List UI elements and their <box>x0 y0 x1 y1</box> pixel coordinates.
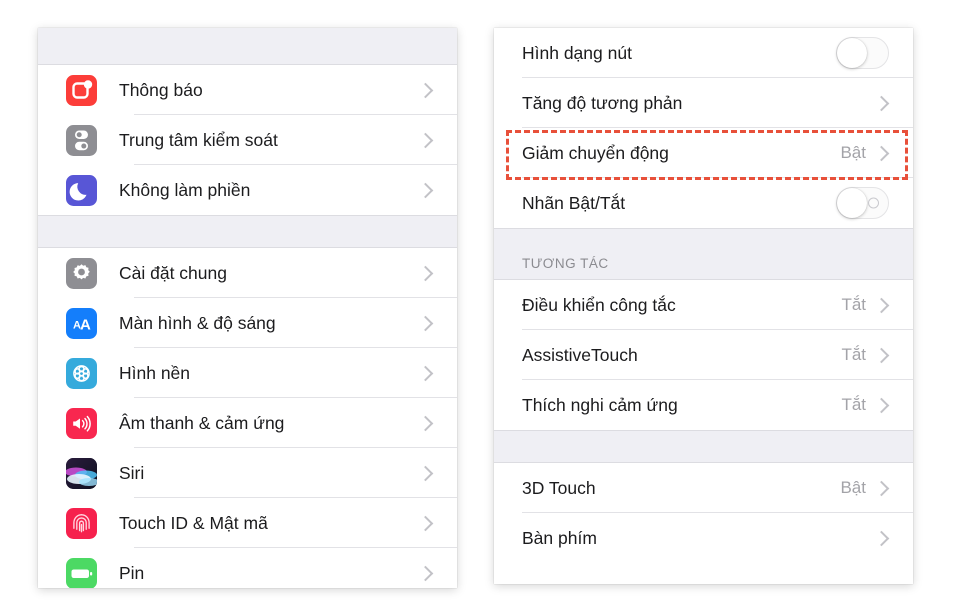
list-row[interactable]: Nhãn Bật/Tắt <box>494 178 913 228</box>
row-value: Tắt <box>841 395 866 414</box>
chevron-right-icon <box>417 565 434 581</box>
row-label: AssistiveTouch <box>522 344 638 365</box>
list-row[interactable]: Trung tâm kiểm soát <box>38 115 457 165</box>
row-label: Cài đặt chung <box>119 262 227 283</box>
right-settings-groups: Hình dạng nút Tăng độ tương phản Giảm chuy… <box>494 28 913 563</box>
do-not-disturb-moon-icon <box>66 174 97 206</box>
row-label: Màn hình & độ sáng <box>119 312 276 333</box>
notifications-group: Thông báo Trung tâm kiểm soát Không làm ph… <box>38 65 457 215</box>
chevron-right-icon <box>417 465 434 481</box>
list-row[interactable]: Cài đặt chung <box>38 248 457 298</box>
row-label: Hình dạng nút <box>522 42 632 63</box>
row-value: Bật <box>840 478 866 497</box>
chevron-right-icon <box>873 297 890 313</box>
chevron-right-icon <box>417 415 434 431</box>
list-row[interactable]: Thích nghi cảm ứng Tắt <box>494 380 913 430</box>
chevron-right-icon <box>873 145 890 161</box>
chevron-right-icon <box>417 365 434 381</box>
toggle-off-label-icon <box>868 197 879 209</box>
list-row[interactable]: A A Màn hình & độ sáng <box>38 298 457 348</box>
list-row[interactable]: Không làm phiền <box>38 165 457 215</box>
group-gap <box>38 215 457 248</box>
chevron-right-icon <box>873 95 890 111</box>
left-settings-groups: Thông báo Trung tâm kiểm soát Không làm ph… <box>38 65 457 588</box>
left-top-gap <box>38 28 457 65</box>
toggle-knob <box>837 38 867 68</box>
toggle-knob <box>837 188 867 218</box>
row-label: Thông báo <box>119 79 203 100</box>
chevron-right-icon <box>873 480 890 496</box>
list-row[interactable]: Siri <box>38 448 457 498</box>
list-row[interactable]: AssistiveTouch Tắt <box>494 330 913 380</box>
general-group: Cài đặt chung A A Màn hình & độ sáng Hình nề… <box>38 248 457 588</box>
row-label: Tăng độ tương phản <box>522 92 683 113</box>
battery-icon <box>66 557 97 588</box>
list-row[interactable]: Bàn phím <box>494 513 913 563</box>
wallpaper-flower-icon <box>66 357 97 389</box>
touch-id-fingerprint-icon <box>66 507 97 539</box>
screenshot-stage: Thông báo Trung tâm kiểm soát Không làm ph… <box>0 0 960 615</box>
toggle-switch[interactable] <box>836 187 889 219</box>
sounds-speaker-icon <box>66 407 97 439</box>
chevron-right-icon <box>417 515 434 531</box>
chevron-right-icon <box>873 397 890 413</box>
list-row[interactable]: 3D Touch Bật <box>494 463 913 513</box>
list-row[interactable]: Âm thanh & cảm ứng <box>38 398 457 448</box>
display-brightness-aa-icon: AA <box>66 307 97 339</box>
row-value: Tắt <box>841 345 866 364</box>
row-label: Trung tâm kiểm soát <box>119 129 278 150</box>
row-label: Siri <box>119 462 145 483</box>
notifications-icon <box>66 74 97 106</box>
chevron-right-icon <box>417 82 434 98</box>
row-label: Hình nền <box>119 362 191 383</box>
chevron-right-icon <box>417 265 434 281</box>
row-label: Bàn phím <box>522 527 597 548</box>
general-gear-icon <box>66 257 97 289</box>
vision-group: Hình dạng nút Tăng độ tương phản Giảm chuy… <box>494 28 913 228</box>
list-row[interactable]: Touch ID & Mật mã <box>38 498 457 548</box>
row-value: Tắt <box>841 295 866 314</box>
list-row[interactable]: Tăng độ tương phản <box>494 78 913 128</box>
toggle-switch[interactable] <box>836 37 889 69</box>
interaction-group: Điều khiển công tắc Tắt AssistiveTouch Tắt T… <box>494 280 913 430</box>
group-gap <box>494 430 913 463</box>
row-label: Điều khiển công tắc <box>522 294 676 315</box>
row-label: Không làm phiền <box>119 179 251 200</box>
list-row[interactable]: Giảm chuyển động Bật <box>494 128 913 178</box>
row-value: Bật <box>840 143 866 162</box>
chevron-right-icon <box>417 182 434 198</box>
settings-panel-left: Thông báo Trung tâm kiểm soát Không làm ph… <box>38 28 457 588</box>
row-label: Âm thanh & cảm ứng <box>119 412 285 433</box>
list-row[interactable]: Điều khiển công tắc Tắt <box>494 280 913 330</box>
siri-icon <box>66 457 97 489</box>
row-label: Pin <box>119 562 145 583</box>
chevron-right-icon <box>873 530 890 546</box>
row-label: Giảm chuyển động <box>522 142 669 163</box>
svg-text:A: A <box>80 316 91 333</box>
row-label: Thích nghi cảm ứng <box>522 394 678 415</box>
accessibility-panel-right: Hình dạng nút Tăng độ tương phản Giảm chuy… <box>494 28 913 584</box>
control-center-icon <box>66 124 97 156</box>
list-row[interactable]: Pin <box>38 548 457 588</box>
chevron-right-icon <box>417 132 434 148</box>
chevron-right-icon <box>873 347 890 363</box>
row-label: Touch ID & Mật mã <box>119 512 268 533</box>
section-header: TƯƠNG TÁC <box>494 228 913 280</box>
list-row[interactable]: Thông báo <box>38 65 457 115</box>
list-row[interactable]: Hình nền <box>38 348 457 398</box>
chevron-right-icon <box>417 315 434 331</box>
touch-group: 3D Touch Bật Bàn phím <box>494 463 913 563</box>
list-row[interactable]: Hình dạng nút <box>494 28 913 78</box>
row-label: 3D Touch <box>522 477 596 498</box>
row-label: Nhãn Bật/Tắt <box>522 192 626 213</box>
